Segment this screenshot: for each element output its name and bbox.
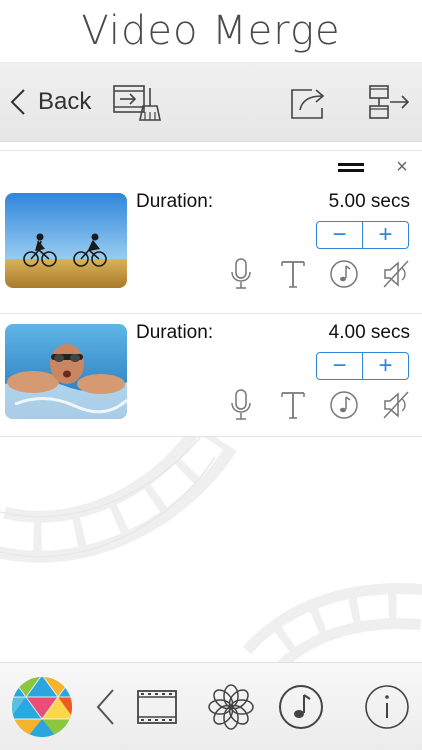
clip-row: Duration: 5.00 secs − +: [0, 183, 422, 314]
clip-list-header: ×: [0, 151, 422, 183]
mute-icon[interactable]: [381, 388, 411, 422]
export-merge-icon[interactable]: [368, 82, 412, 122]
film-strip-icon[interactable]: [135, 685, 179, 729]
text-icon[interactable]: [278, 388, 308, 422]
clip-row: Duration: 4.00 secs − +: [0, 314, 422, 445]
clip-tools: [226, 388, 416, 422]
duration-value: 4.00 secs: [328, 322, 410, 343]
clip-tools: [226, 257, 416, 291]
duration-stepper: − +: [316, 352, 409, 380]
chevron-left-icon: [10, 89, 25, 115]
microphone-icon[interactable]: [226, 257, 256, 291]
chevron-left-icon[interactable]: [94, 687, 116, 727]
aperture-flower-icon[interactable]: [207, 683, 255, 731]
info-icon[interactable]: [363, 683, 411, 731]
decrease-duration-button[interactable]: −: [317, 222, 362, 248]
cyclists-thumbnail[interactable]: [5, 193, 127, 288]
reorder-handle-icon[interactable]: [338, 163, 364, 172]
share-icon[interactable]: [288, 82, 330, 122]
duration-stepper: − +: [316, 221, 409, 249]
duration-label: Duration:: [136, 191, 214, 212]
music-circle-icon[interactable]: [277, 683, 325, 731]
decrease-duration-button[interactable]: −: [317, 353, 362, 379]
close-icon[interactable]: ×: [393, 157, 411, 177]
app-logo-icon[interactable]: [10, 675, 74, 739]
top-toolbar: Back: [0, 62, 422, 142]
back-button[interactable]: Back: [10, 82, 91, 122]
duration-value: 5.00 secs: [328, 191, 410, 212]
clip-list: × Duration: 5.00 secs − + Duration: 4.00…: [0, 150, 422, 437]
back-label: Back: [38, 88, 92, 115]
clear-clips-icon[interactable]: [112, 82, 162, 122]
duration-label: Duration:: [136, 322, 214, 343]
music-note-icon[interactable]: [329, 257, 359, 291]
increase-duration-button[interactable]: +: [362, 222, 408, 248]
title-bar: Video Merge: [0, 0, 422, 62]
bottom-bar: [0, 662, 422, 750]
swimmer-thumbnail[interactable]: [5, 324, 127, 419]
mute-icon[interactable]: [381, 257, 411, 291]
music-note-icon[interactable]: [329, 388, 359, 422]
microphone-icon[interactable]: [226, 388, 256, 422]
film-strip-background: [0, 437, 422, 662]
app-title: Video Merge: [81, 8, 341, 54]
text-icon[interactable]: [278, 257, 308, 291]
increase-duration-button[interactable]: +: [362, 353, 408, 379]
